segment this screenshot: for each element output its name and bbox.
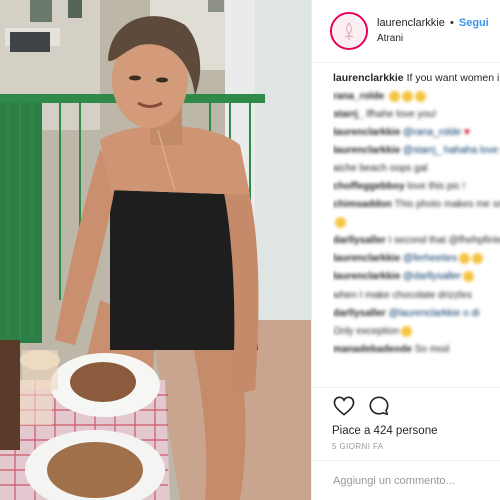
comment-username[interactable]: darllysaller (333, 235, 386, 246)
post-photo[interactable] (0, 0, 311, 500)
post-actions: Piace a 424 persone 5 GIORNI FA (312, 387, 500, 460)
emoji-icon (414, 91, 426, 102)
comment-item: starrj_ lfhahe love you! (333, 109, 500, 121)
comment-username[interactable]: choffeggebboy (333, 181, 405, 192)
separator-dot: • (449, 17, 454, 29)
like-button[interactable] (332, 394, 356, 418)
caption-text: If you want women in the kitchen JOKES O… (406, 72, 500, 84)
follow-button[interactable]: Segui (459, 17, 489, 29)
comment-button[interactable] (367, 394, 391, 418)
comment-item: aiche beach oops gal (333, 163, 500, 175)
post-side-panel: laurenclarkkie • Segui Atrani laurenclar… (311, 0, 500, 500)
comment-text: @darllysaller (403, 271, 461, 283)
comment-text: when I make chocolate drizzles (333, 289, 472, 301)
red-heart-icon: ♥ (464, 127, 470, 139)
comment-username[interactable]: laurenclarkkie (333, 127, 400, 138)
emoji-icon (472, 253, 484, 265)
comment-item: rana_rolde (333, 91, 500, 103)
comment-text: aiche beach oops gal (333, 163, 428, 175)
comment-text: love this pic ! (407, 181, 466, 193)
header-username[interactable]: laurenclarkkie (377, 17, 445, 29)
comment-box (312, 460, 500, 500)
comment-item: when I make chocolate drizzles (333, 290, 500, 302)
comment-item: laurenclarkkie @starrj_ hahaha love you (333, 145, 500, 157)
comment-item: chimsaddon This photo makes me smile (333, 199, 500, 211)
comment-username[interactable]: laurenclarkkie (333, 272, 400, 283)
emoji-icon (459, 253, 471, 265)
comment-item: laurenclarkkie @ferheeties (333, 253, 500, 265)
comment-username[interactable]: darllysaller (333, 308, 386, 319)
location-link[interactable]: Atrani (377, 31, 489, 46)
comment-username[interactable]: starrj_ (333, 109, 364, 120)
comment-item: Only exception (333, 325, 500, 338)
heart-outline-icon (333, 396, 355, 416)
comment-username[interactable]: manadebadeode (333, 344, 412, 355)
comment-item: manadebadeode So mod (333, 344, 500, 356)
comment-username[interactable]: chimsaddon (333, 199, 392, 210)
comment-input[interactable] (333, 475, 498, 487)
emoji-icon (401, 325, 413, 337)
emoji-icon (401, 91, 413, 102)
comment-item: choffeggebboy love this pic ! (333, 181, 500, 193)
photo-scene (0, 0, 311, 500)
caption: laurenclarkkie If you want women in the … (333, 71, 500, 85)
comment-text: @ferheeties (403, 253, 458, 265)
comment-text: I second that @fhehpfinterio (388, 235, 500, 247)
comment-text: Only exception (333, 325, 400, 337)
comment-username[interactable]: laurenclarkkie (333, 145, 400, 156)
speech-bubble-icon (369, 396, 389, 416)
emoji-icon (463, 271, 474, 283)
comments-list[interactable]: laurenclarkkie If you want women in the … (333, 71, 500, 387)
avatar-image (333, 15, 365, 47)
comment-text: @starrj_ hahaha love you (403, 145, 500, 157)
comment-text: @laurenclarkkie o di (388, 307, 480, 319)
emoji-icon (388, 91, 400, 102)
comment-text: This photo makes me smile (394, 199, 500, 211)
comment-item: darllysaller I second that @fhehpfinteri… (333, 235, 500, 247)
header-user-line: laurenclarkkie • Segui (377, 16, 489, 31)
caption-username[interactable]: laurenclarkkie (333, 72, 404, 84)
comment-item: laurenclarkkie @darllysaller (333, 271, 500, 283)
comment-rows: rana_rolde starrj_ lfhahe love you! laure… (333, 91, 500, 356)
comment-username[interactable]: laurenclarkkie (333, 253, 400, 264)
likes-count[interactable]: Piace a 424 persone (332, 425, 500, 437)
comment-item: darllysaller @laurenclarkkie o di (333, 308, 500, 320)
avatar-logo-icon (344, 22, 354, 40)
header-text: laurenclarkkie • Segui Atrani (377, 16, 489, 46)
emoji-icon (335, 217, 346, 229)
comment-username[interactable]: rana_rolde (333, 91, 384, 102)
action-icons (332, 393, 500, 419)
comment-text: lfhahe love you! (366, 109, 437, 121)
post-time[interactable]: 5 GIORNI FA (332, 442, 500, 451)
comment-item: laurenclarkkie @rana_rolde ♥ (333, 127, 500, 139)
comment-item (333, 217, 500, 229)
avatar[interactable] (330, 12, 368, 50)
comment-text: @rana_rolde (403, 127, 462, 139)
comment-text: So mod (414, 343, 450, 355)
post-header: laurenclarkkie • Segui Atrani (312, 0, 500, 63)
